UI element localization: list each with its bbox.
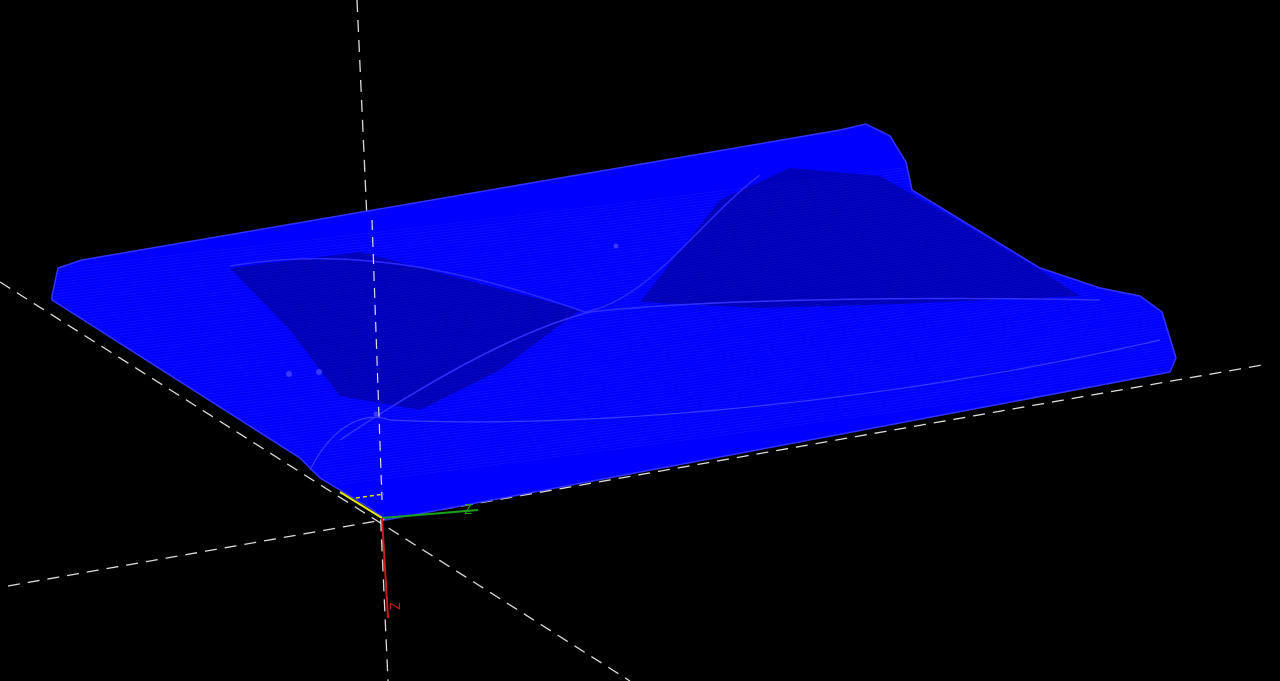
3d-viewport[interactable]: Z Z [0, 0, 1280, 681]
mesh-point [316, 369, 322, 375]
toolpath-mesh[interactable] [40, 123, 1190, 521]
mesh-point [373, 411, 379, 417]
mesh-point [613, 243, 619, 249]
viewport-canvas[interactable]: Z Z [0, 0, 1280, 681]
mesh-surface [52, 124, 1176, 520]
z-axis-label: Z [386, 602, 401, 610]
mesh-point [286, 371, 292, 377]
y-axis-label: Z [464, 503, 472, 518]
